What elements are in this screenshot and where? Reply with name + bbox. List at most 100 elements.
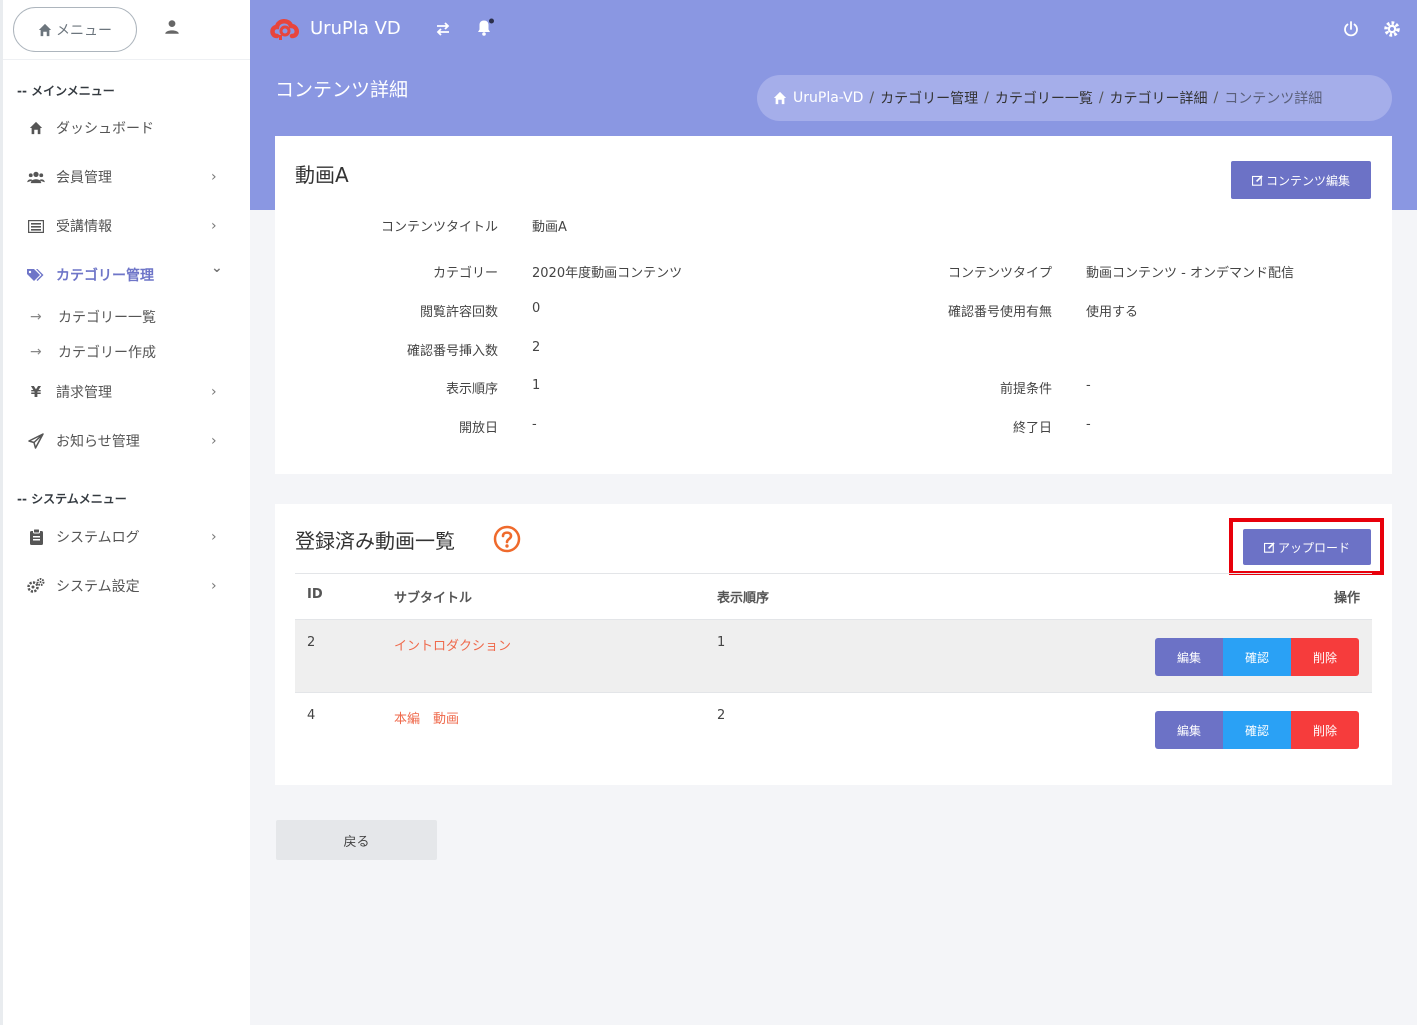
sidebar-item-label: 請求管理 [56, 385, 112, 401]
breadcrumb-current: コンテンツ詳細 [1224, 91, 1323, 107]
edit-icon [1263, 541, 1275, 553]
column-header-subtitle: サブタイトル [394, 591, 473, 606]
main-menu-heading: -- メインメニュー [17, 84, 115, 98]
edit-content-button[interactable]: コンテンツ編集 [1231, 161, 1371, 199]
content-title-value: 動画A [532, 220, 567, 235]
sidebar-item-system-log[interactable]: システムログ › [3, 517, 253, 557]
confirm-count-value: 2 [532, 340, 541, 355]
breadcrumb-separator: / [1098, 90, 1104, 106]
category-value: 2020年度動画コンテンツ [532, 266, 683, 281]
registered-videos-card: 登録済み動画一覧 アップロード ID サブタイトル 表示順序 操作 2 イントロ… [275, 504, 1392, 785]
home-icon [38, 23, 52, 36]
arrow-right-icon: → [30, 309, 42, 325]
help-icon[interactable] [493, 525, 521, 553]
row-subtitle-link[interactable]: 本編 動画 [394, 708, 459, 727]
breadcrumb-separator: / [984, 90, 989, 106]
breadcrumb-link[interactable]: カテゴリー詳細 [1110, 88, 1208, 108]
table-top-border [295, 573, 1372, 574]
breadcrumb-link[interactable]: カテゴリー一覧 [995, 88, 1093, 108]
back-button[interactable]: 戻る [276, 820, 437, 860]
paper-plane-icon [27, 432, 45, 450]
confirm-use-value: 使用する [1086, 305, 1139, 320]
confirm-use-label: 確認番号使用有無 [947, 305, 1052, 320]
end-date-label: 終了日 [1012, 421, 1052, 436]
open-date-label: 開放日 [458, 421, 498, 436]
sidebar-item-notices[interactable]: お知らせ管理 › [3, 421, 253, 461]
chevron-right-icon: › [211, 433, 217, 449]
clipboard-icon [27, 528, 45, 546]
system-menu-heading: -- システムメニュー [17, 492, 127, 506]
prerequisite-value: - [1086, 378, 1091, 393]
sidebar-item-enrollment[interactable]: 受講情報 › [3, 206, 253, 246]
row-edit-button[interactable]: 編集 [1155, 711, 1223, 749]
content-detail-card: 動画A コンテンツ編集 コンテンツタイトル 動画A カテゴリー 2020年度動画… [275, 136, 1392, 474]
user-icon[interactable] [163, 18, 181, 36]
gear-icon[interactable] [1383, 20, 1401, 38]
content-title-label: コンテンツタイトル [380, 220, 498, 235]
row-delete-button[interactable]: 削除 [1291, 711, 1359, 749]
confirm-count-label: 確認番号挿入数 [406, 344, 498, 359]
table-row: 4 本編 動画 2 編集 確認 削除 [295, 693, 1372, 765]
breadcrumb-link[interactable]: UruPla-VD [793, 90, 863, 106]
table-row: 2 イントロダクション 1 編集 確認 削除 [295, 620, 1372, 692]
chevron-right-icon: › [211, 218, 217, 234]
display-order-label: 表示順序 [445, 382, 498, 397]
sidebar-item-category[interactable]: カテゴリー管理 ⌄ [3, 255, 253, 295]
row-id: 4 [307, 708, 316, 723]
sidebar: メニュー -- メインメニュー ダッシュボード 会員管理 › 受講情報 › カテ… [0, 0, 253, 1025]
sidebar-item-label: システムログ [56, 530, 140, 546]
sidebar-item-system-settings[interactable]: システム設定 › [3, 566, 253, 606]
sidebar-item-label: ダッシュボード [56, 121, 154, 137]
content-type-value: 動画コンテンツ - オンデマンド配信 [1086, 266, 1294, 281]
column-header-order: 表示順序 [717, 591, 770, 606]
menu-toggle-button[interactable]: メニュー [13, 7, 137, 52]
gears-icon [27, 577, 45, 595]
sidebar-subitem-label: カテゴリー作成 [58, 345, 156, 361]
chevron-right-icon: › [211, 169, 217, 185]
power-icon[interactable] [1342, 20, 1360, 38]
row-order: 2 [717, 708, 726, 723]
users-icon [27, 168, 45, 186]
content-title: 動画A [295, 163, 349, 187]
row-check-button[interactable]: 確認 [1223, 638, 1291, 676]
row-check-button[interactable]: 確認 [1223, 711, 1291, 749]
content-type-label: コンテンツタイプ [947, 266, 1052, 281]
row-subtitle-link[interactable]: イントロダクション [394, 635, 511, 654]
column-header-actions: 操作 [1333, 591, 1360, 606]
breadcrumb-separator: / [1213, 90, 1219, 106]
upload-button[interactable]: アップロード [1243, 529, 1371, 565]
swap-icon[interactable] [435, 22, 451, 36]
bell-icon[interactable] [475, 17, 495, 37]
sidebar-subitem-category-create[interactable]: → カテゴリー作成 [3, 337, 253, 367]
breadcrumb: UruPla-VD / カテゴリー管理 / カテゴリー一覧 / カテゴリー詳細 … [757, 75, 1392, 121]
breadcrumb-link[interactable]: カテゴリー管理 [880, 88, 978, 108]
sidebar-item-dashboard[interactable]: ダッシュボード [3, 108, 253, 148]
page-title: コンテンツ詳細 [275, 79, 409, 101]
breadcrumb-separator: / [869, 90, 875, 106]
videos-title: 登録済み動画一覧 [295, 529, 455, 553]
view-limit-value: 0 [532, 301, 541, 316]
edit-icon [1251, 174, 1263, 186]
list-icon [27, 217, 45, 235]
brand-name: UruPla VD [310, 17, 401, 39]
home-icon [773, 91, 787, 105]
upload-label: アップロード [1277, 540, 1350, 555]
open-date-value: - [532, 417, 537, 432]
home-icon [27, 119, 45, 137]
brand-logo-icon [270, 19, 299, 40]
view-limit-label: 閲覧許容回数 [419, 305, 498, 320]
brand[interactable]: UruPla VD [270, 16, 401, 40]
sidebar-item-label: 受講情報 [56, 219, 112, 235]
sidebar-subitem-category-list[interactable]: → カテゴリー一覧 [3, 302, 253, 332]
display-order-value: 1 [532, 378, 541, 393]
chevron-down-icon: ⌄ [211, 260, 223, 276]
menu-toggle-label: メニュー [56, 22, 112, 39]
sidebar-item-members[interactable]: 会員管理 › [3, 157, 253, 197]
chevron-right-icon: › [211, 578, 217, 594]
sidebar-subitem-label: カテゴリー一覧 [58, 310, 156, 326]
arrow-right-icon: → [30, 344, 42, 360]
row-edit-button[interactable]: 編集 [1155, 638, 1223, 676]
sidebar-item-billing[interactable]: ¥ 請求管理 › [3, 372, 253, 412]
row-delete-button[interactable]: 削除 [1291, 638, 1359, 676]
prerequisite-label: 前提条件 [999, 382, 1052, 397]
